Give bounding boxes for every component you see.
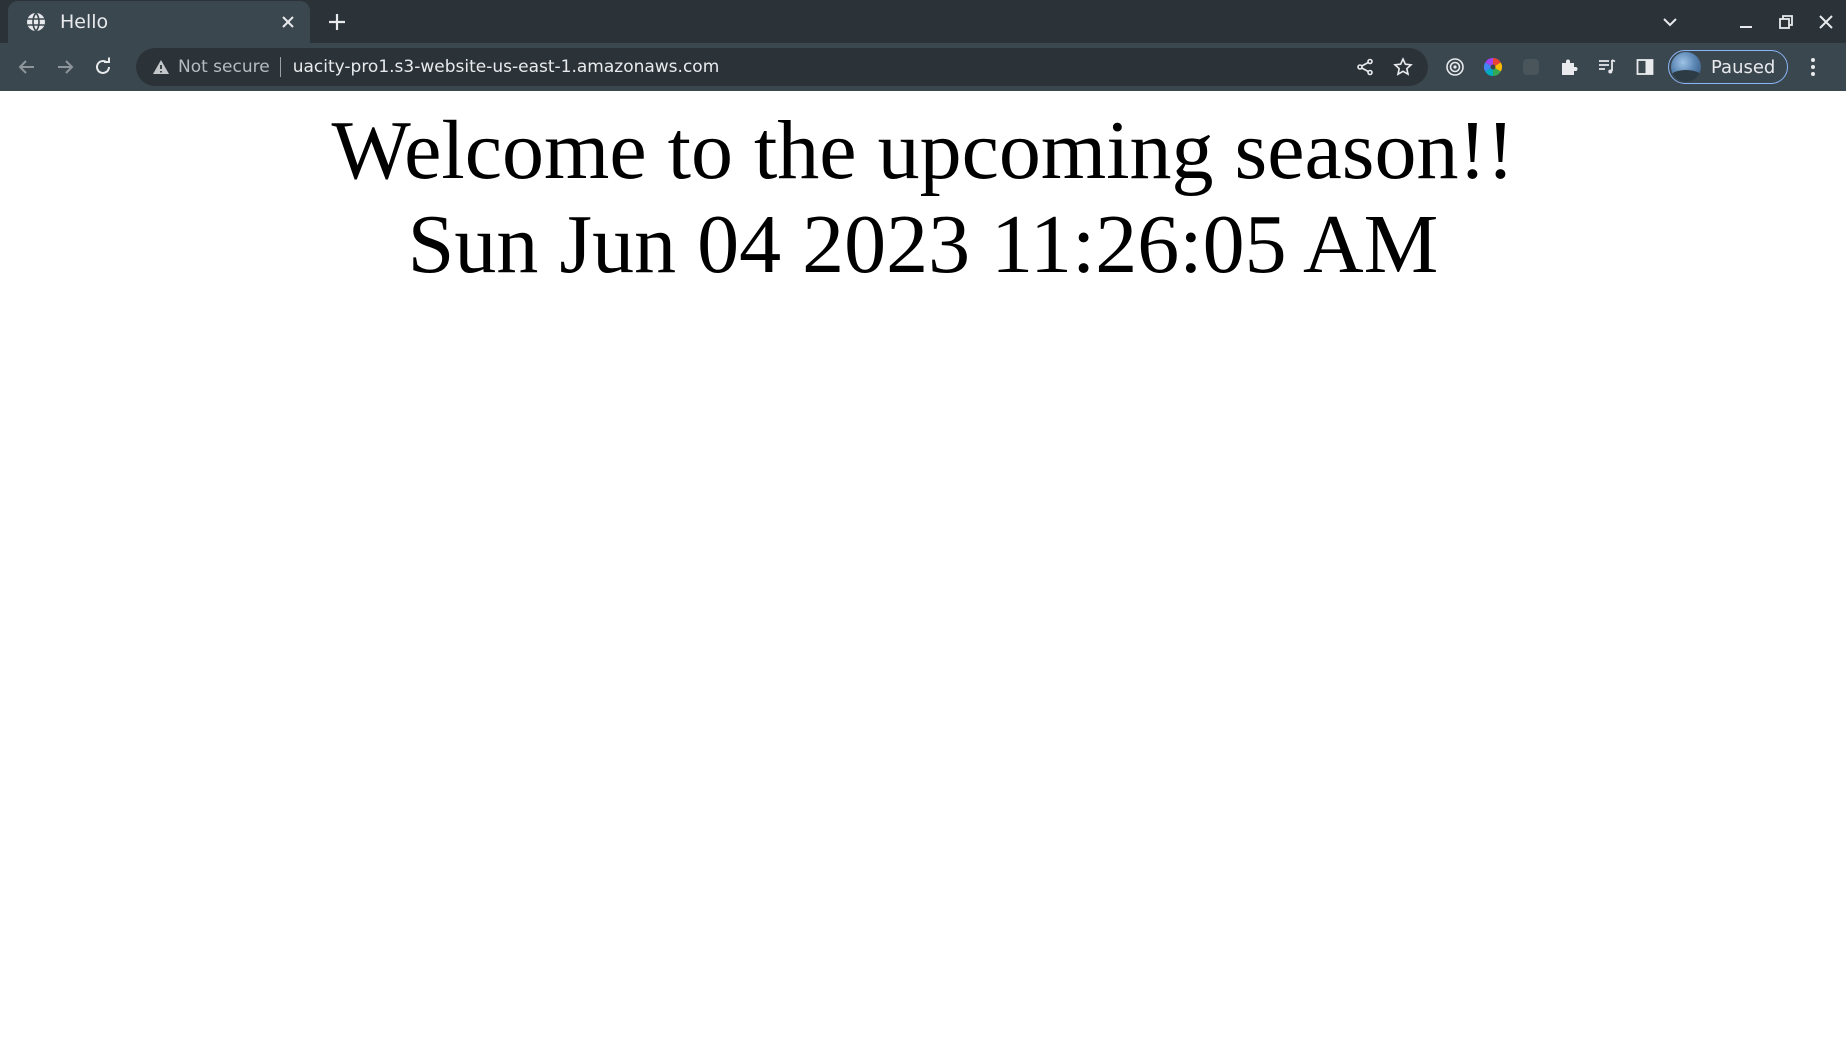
back-button[interactable] <box>8 48 46 86</box>
browser-menu-button[interactable] <box>1794 48 1832 86</box>
page-heading: Welcome to the upcoming season!! <box>331 104 1515 197</box>
window-close-button[interactable] <box>1806 2 1846 42</box>
browser-tab[interactable]: Hello <box>8 1 310 43</box>
tab-strip: Hello <box>0 0 1846 43</box>
close-icon[interactable] <box>274 8 302 36</box>
side-panel-button[interactable] <box>1626 48 1664 86</box>
url-text[interactable]: uacity-pro1.s3-website-us-east-1.amazona… <box>293 57 1346 77</box>
close-icon <box>1819 14 1833 29</box>
playlist-icon <box>1599 59 1616 74</box>
warning-icon[interactable] <box>150 56 172 78</box>
color-wheel-icon <box>1483 58 1503 76</box>
media-controls-button[interactable] <box>1588 48 1626 86</box>
extension-placeholder-icon <box>1523 59 1539 75</box>
chevron-down-icon <box>1663 17 1677 26</box>
new-tab-button[interactable] <box>322 7 352 37</box>
plus-icon <box>329 14 345 30</box>
profile-button[interactable]: Paused <box>1668 50 1789 84</box>
address-bar[interactable]: Not secure uacity-pro1.s3-website-us-eas… <box>136 48 1428 86</box>
divider <box>279 57 281 77</box>
share-icon <box>1357 58 1373 76</box>
star-icon <box>1393 57 1413 76</box>
tab-search-button[interactable] <box>1650 2 1690 42</box>
minimize-button[interactable] <box>1726 2 1766 42</box>
share-button[interactable] <box>1346 48 1384 86</box>
extension-button[interactable] <box>1512 48 1550 86</box>
reload-icon <box>96 57 110 74</box>
globe-icon <box>26 12 46 32</box>
browser-toolbar: Not secure uacity-pro1.s3-website-us-eas… <box>0 43 1846 91</box>
target-icon <box>1446 58 1464 76</box>
avatar <box>1671 52 1701 82</box>
extensions-menu-button[interactable] <box>1550 48 1588 86</box>
extension-button[interactable] <box>1436 48 1474 86</box>
arrow-right-icon <box>58 60 74 74</box>
current-datetime: Sun Jun 04 2023 11:26:05 AM <box>407 198 1439 291</box>
reload-button[interactable] <box>84 48 122 86</box>
puzzle-icon <box>1562 59 1578 75</box>
forward-button[interactable] <box>46 48 84 86</box>
minimize-icon <box>1740 25 1752 28</box>
bookmark-button[interactable] <box>1384 48 1422 86</box>
arrow-left-icon <box>18 60 34 74</box>
page-viewport: Welcome to the upcoming season!! Sun Jun… <box>0 91 1846 1046</box>
extension-button[interactable] <box>1474 48 1512 86</box>
tab-title: Hello <box>60 11 109 33</box>
security-status[interactable]: Not secure <box>178 57 270 77</box>
side-panel-icon <box>1636 59 1654 75</box>
more-vert-icon <box>1811 58 1816 76</box>
profile-status: Paused <box>1711 56 1776 78</box>
restore-icon <box>1779 14 1793 29</box>
restore-button[interactable] <box>1766 2 1806 42</box>
